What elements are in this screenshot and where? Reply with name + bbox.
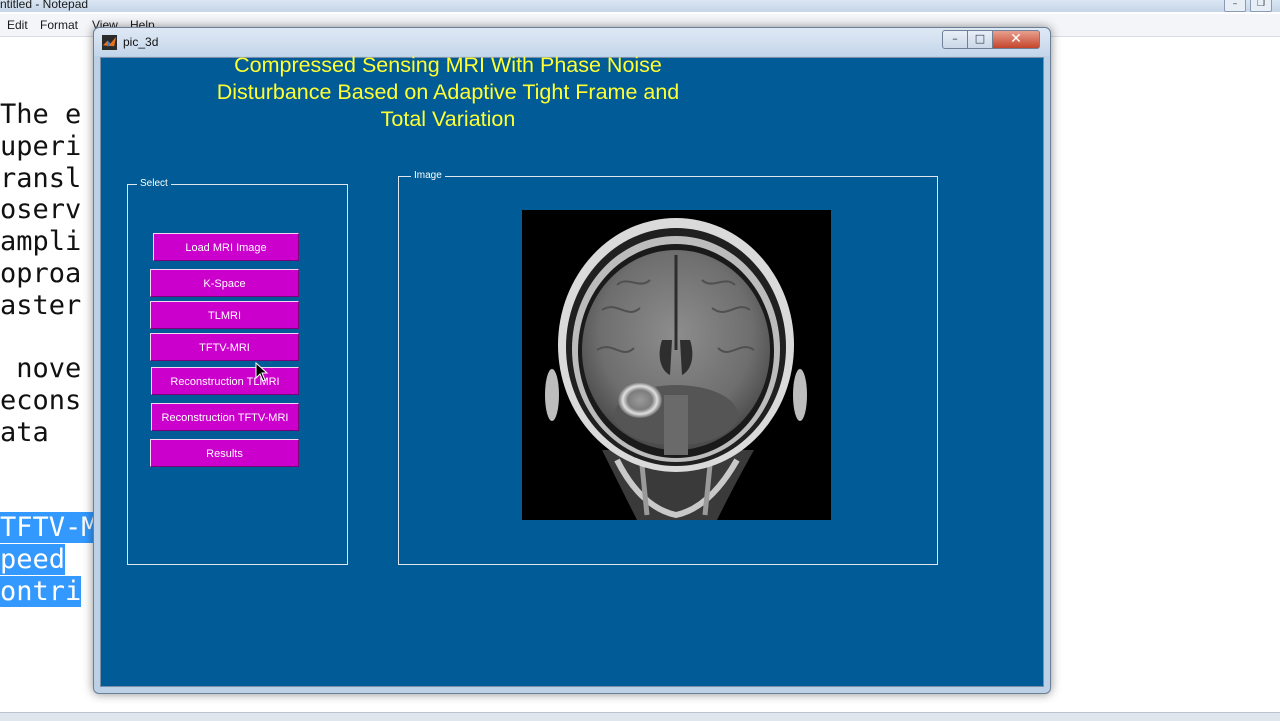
notepad-line-left: econs xyxy=(0,385,82,417)
notepad-line-left: nove xyxy=(0,353,82,385)
notepad-line-left: oproa xyxy=(0,257,82,289)
notepad-line-left: oserv xyxy=(0,194,82,226)
gui-title-line3: Total Variation xyxy=(380,107,516,131)
menu-format[interactable]: Format xyxy=(40,18,78,32)
tlmri-button[interactable]: TLMRI xyxy=(150,301,299,329)
menu-edit[interactable]: Edit xyxy=(7,18,28,32)
selected-text[interactable]: ontri xyxy=(0,575,82,607)
figure-maximize-button[interactable]: □ xyxy=(968,30,993,49)
matlab-logo-icon xyxy=(102,35,117,50)
tftv-mri-button[interactable]: TFTV-MRI xyxy=(150,333,299,361)
reconstruction-tftv-mri-button[interactable]: Reconstruction TFTV-MRI xyxy=(151,403,299,431)
gui-title-line2: Disturbance Based on Adaptive Tight Fram… xyxy=(216,80,680,104)
notepad-line-left: uperi xyxy=(0,130,82,162)
notepad-line: ata xyxy=(0,417,49,448)
notepad-titlebar: ntitled - Notepad – ❐ xyxy=(0,0,1280,12)
notepad-line-left: ata xyxy=(0,416,49,448)
selected-text[interactable]: TFTV-M xyxy=(0,512,98,544)
reconstruction-tlmri-button[interactable]: Reconstruction TLMRI xyxy=(151,367,299,395)
figure-close-button[interactable]: ✕ xyxy=(993,30,1040,49)
notepad-line-left: The e xyxy=(0,99,82,130)
load-mri-image-button[interactable]: Load MRI Image xyxy=(153,233,299,261)
mri-brain-image xyxy=(522,210,831,520)
notepad-window-controls: – ❐ xyxy=(1224,0,1272,12)
k-space-button[interactable]: K-Space xyxy=(150,269,299,297)
notepad-line-left: aster xyxy=(0,289,82,321)
gui-title-line1: Compressed Sensing MRI With Phase Noise xyxy=(234,53,662,77)
select-panel-label: Select xyxy=(137,177,171,191)
selected-text[interactable]: peed xyxy=(0,544,66,576)
notepad-restore-button[interactable]: ❐ xyxy=(1250,0,1272,12)
figure-minimize-button[interactable]: – xyxy=(942,30,968,49)
notepad-minimize-button[interactable]: – xyxy=(1224,0,1246,12)
mouse-cursor-icon xyxy=(255,362,269,382)
notepad-line-left: ransl xyxy=(0,162,82,194)
figure-window-controls: – □ ✕ xyxy=(942,30,1040,49)
notepad-line-left: ampli xyxy=(0,226,82,258)
results-button[interactable]: Results xyxy=(150,439,299,467)
notepad-title: ntitled - Notepad xyxy=(0,0,89,11)
notepad-line: econs xyxy=(0,385,81,416)
image-panel-label: Image xyxy=(411,169,445,183)
figure-title: pic_3d xyxy=(123,35,159,49)
gui-title: Compressed Sensing MRI With Phase Noise … xyxy=(198,52,698,133)
